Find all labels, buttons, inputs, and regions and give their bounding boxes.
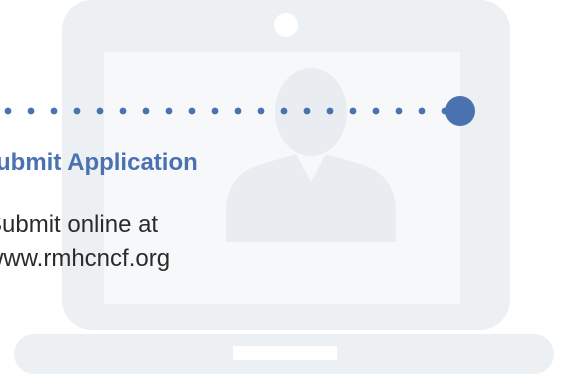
step-website-link[interactable]: www.rmhcncf.org — [0, 242, 170, 276]
step-description-line-1: Submit online at — [0, 211, 159, 238]
step-card: Submit Application Submit online at www.… — [0, 0, 566, 374]
timeline-node-icon — [445, 96, 475, 126]
laptop-icon — [14, 0, 554, 374]
timeline-connector — [4, 96, 475, 126]
step-description: Submit online at www.rmhcncf.org — [0, 208, 170, 276]
step-title: Submit Application — [0, 149, 198, 176]
